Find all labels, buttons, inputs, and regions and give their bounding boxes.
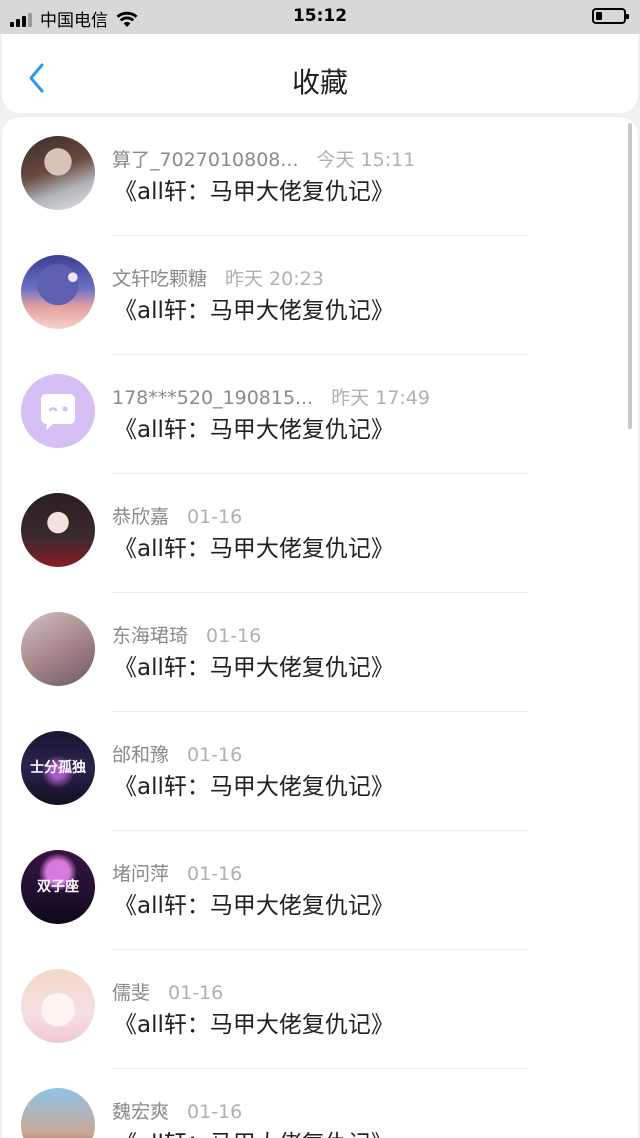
item-title: 《all轩：马甲大佬复仇记》 xyxy=(114,417,394,443)
avatar[interactable] xyxy=(21,493,95,567)
user-name: 邰和豫 xyxy=(112,744,170,766)
avatar[interactable] xyxy=(21,255,95,329)
user-name: 178***520_190815... xyxy=(112,387,314,409)
list-item[interactable]: 恭欣嘉 01-16 《all轩：马甲大佬复仇记》 xyxy=(2,474,638,593)
battery-icon xyxy=(592,8,629,24)
timestamp: 01-16 xyxy=(187,863,243,885)
timestamp: 今天 15:11 xyxy=(316,149,416,171)
timestamp: 昨天 20:23 xyxy=(225,268,324,290)
item-title: 《all轩：马甲大佬复仇记》 xyxy=(114,179,394,205)
list-item[interactable]: 魏宏爽 01-16 《all轩：马甲大佬复仇记》 xyxy=(2,1069,638,1138)
timestamp: 01-16 xyxy=(206,625,262,647)
avatar-text: 士分孤独 xyxy=(30,760,86,776)
item-title: 《all轩：马甲大佬复仇记》 xyxy=(114,893,394,919)
avatar[interactable] xyxy=(21,612,95,686)
avatar-text: 双子座 xyxy=(37,879,79,895)
user-name: 魏宏爽 xyxy=(112,1101,170,1123)
item-title: 《all轩：马甲大佬复仇记》 xyxy=(114,1012,394,1038)
user-name: 儒斐 xyxy=(112,982,151,1004)
user-name: 文轩吃颗糖 xyxy=(112,268,208,290)
item-title: 《all轩：马甲大佬复仇记》 xyxy=(114,774,394,800)
avatar[interactable] xyxy=(21,374,95,448)
status-bar: 中国电信 15:12 xyxy=(0,0,640,34)
avatar[interactable] xyxy=(21,969,95,1043)
timestamp: 01-16 xyxy=(187,506,243,528)
avatar[interactable]: 士分孤独 xyxy=(21,731,95,805)
user-name: 堵问萍 xyxy=(112,863,170,885)
list-item[interactable]: 178***520_190815... 昨天 17:49 《all轩：马甲大佬复仇… xyxy=(2,355,638,474)
avatar[interactable]: 双子座 xyxy=(21,850,95,924)
user-name: 东海珺琦 xyxy=(112,625,189,647)
item-title: 《all轩：马甲大佬复仇记》 xyxy=(114,298,394,324)
nav-bar: 收藏 xyxy=(2,34,638,113)
chat-bubble-icon xyxy=(41,394,75,430)
list-item[interactable]: 儒斐 01-16 《all轩：马甲大佬复仇记》 xyxy=(2,950,638,1069)
timestamp: 01-16 xyxy=(187,1101,243,1123)
avatar[interactable] xyxy=(21,1088,95,1138)
list-item[interactable]: 文轩吃颗糖 昨天 20:23 《all轩：马甲大佬复仇记》 xyxy=(2,236,638,355)
avatar[interactable] xyxy=(21,136,95,210)
user-name: 算了_7027010808... xyxy=(112,149,299,171)
item-title: 《all轩：马甲大佬复仇记》 xyxy=(114,655,394,681)
timestamp: 01-16 xyxy=(168,982,224,1004)
favorites-list[interactable]: 算了_7027010808... 今天 15:11 《all轩：马甲大佬复仇记》 … xyxy=(2,117,638,1138)
item-title: 《all轩：马甲大佬复仇记》 xyxy=(114,1124,394,1138)
user-name: 恭欣嘉 xyxy=(112,506,170,528)
list-item[interactable]: 士分孤独 邰和豫 01-16 《all轩：马甲大佬复仇记》 xyxy=(2,712,638,831)
page-title: 收藏 xyxy=(291,66,348,99)
item-title: 《all轩：马甲大佬复仇记》 xyxy=(114,536,394,562)
list-item[interactable]: 东海珺琦 01-16 《all轩：马甲大佬复仇记》 xyxy=(2,593,638,712)
list-item[interactable]: 双子座 堵问萍 01-16 《all轩：马甲大佬复仇记》 xyxy=(2,831,638,950)
timestamp: 01-16 xyxy=(187,744,243,766)
status-time: 15:12 xyxy=(292,6,348,26)
list-item[interactable]: 算了_7027010808... 今天 15:11 《all轩：马甲大佬复仇记》 xyxy=(2,117,638,236)
timestamp: 昨天 17:49 xyxy=(331,387,430,409)
